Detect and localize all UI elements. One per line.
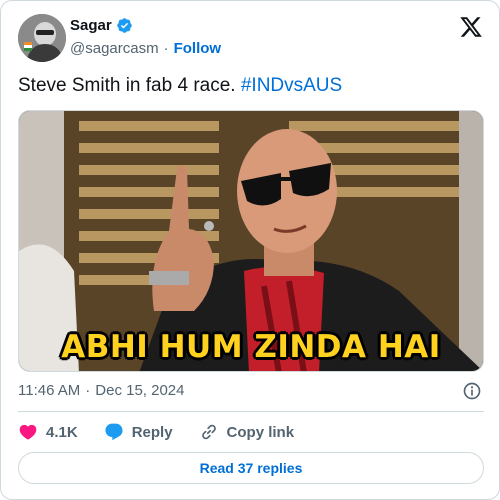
reply-bubble-icon [105,423,123,441]
tweet-timestamp[interactable]: 11:46 AM · Dec 15, 2024 [18,382,185,399]
tweet-card: Sagar @sagarcasm · Follow Steve Smith in… [0,0,500,500]
avatar-image [18,14,66,62]
follow-button[interactable]: Follow [174,40,222,57]
reply-button[interactable]: Reply [104,422,173,442]
tweet-text: Steve Smith in fab 4 race. #INDvsAUS [18,74,342,98]
copy-link-label: Copy link [226,423,295,441]
meme-caption: ABHI HUM ZINDA HAI [61,329,441,365]
author-handle[interactable]: @sagarcasm [70,40,159,57]
hashtag-link[interactable]: #INDvsAUS [241,75,342,96]
like-count: 4.1K [46,423,78,441]
handle-separator: · [163,40,169,57]
tweet-date: Dec 15, 2024 [95,382,185,399]
author-display-name[interactable]: Sagar [70,17,112,34]
author-name-row[interactable]: Sagar [70,17,133,34]
tweet-media[interactable]: ABHI HUM ZINDA HAI [18,110,484,372]
action-bar: 4.1K Reply Copy link [18,421,320,443]
copy-link-button[interactable]: Copy link [199,422,295,442]
author-handle-row: @sagarcasm · Follow [70,40,221,57]
verified-badge-icon [116,18,132,33]
read-replies-button[interactable]: Read 37 replies [18,452,484,484]
divider [18,411,484,412]
x-logo-icon[interactable] [459,15,483,39]
reply-label: Reply [131,423,173,441]
tweet-time: 11:46 AM [18,382,81,399]
avatar[interactable] [18,14,66,62]
link-icon [201,424,216,440]
heart-icon [19,424,37,440]
timestamp-separator: · [85,382,91,399]
info-icon[interactable] [462,381,482,401]
tweet-body: Steve Smith in fab 4 race. [18,75,236,96]
like-button[interactable]: 4.1K [18,422,78,442]
